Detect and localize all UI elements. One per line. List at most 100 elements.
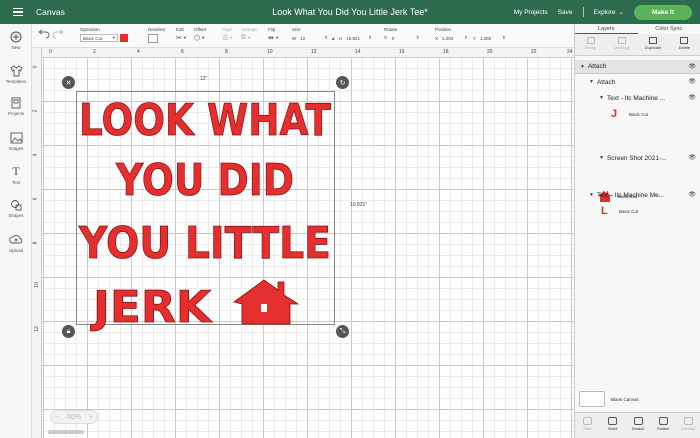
slice-label: Slice: [583, 426, 592, 431]
layer-attach-inner[interactable]: ▼ Attach 👁︎: [575, 75, 700, 89]
eye-icon[interactable]: 👁︎: [688, 78, 696, 85]
eye-icon[interactable]: 👁︎: [688, 94, 696, 101]
offset-label: Offset: [194, 27, 206, 32]
layer-text-1[interactable]: ▼ Text - Itc Machine ... 👁︎: [575, 91, 700, 105]
tab-layers[interactable]: Layers: [575, 24, 638, 34]
layer-text-2-operation[interactable]: L Basic Cut: [601, 205, 638, 217]
blank-canvas-item[interactable]: Blank Canvas: [579, 391, 639, 407]
arrange-group[interactable]: Arrange ⧉ ▾: [241, 27, 257, 42]
edit-toolbar: Operation Basic Cut ▾ Deselect Edit ✂ ▾ Of…: [32, 24, 574, 48]
ruler-tick: 12: [311, 49, 317, 55]
tab-color-sync[interactable]: Color Sync: [638, 24, 700, 34]
rotate-handle-icon[interactable]: ↻: [336, 76, 349, 89]
rotate-input[interactable]: 0: [390, 34, 414, 42]
flatten-label: Flatten: [657, 426, 670, 431]
y-label: Y: [472, 35, 476, 41]
layer-text-1-operation[interactable]: J Basic Cut: [611, 108, 648, 120]
offset-group[interactable]: Offset ⬡ ▾: [194, 27, 206, 42]
group-icon: [586, 37, 595, 44]
templates-button[interactable]: Templates: [0, 64, 32, 84]
detach-button[interactable]: Detach: [625, 413, 650, 438]
delete-button[interactable]: Delete: [669, 34, 700, 55]
color-swatch[interactable]: [120, 34, 128, 42]
lock-handle-icon[interactable]: 🔒︎: [62, 325, 75, 338]
shapes-button[interactable]: Shapes: [0, 198, 32, 218]
flatten-button[interactable]: Flatten: [651, 413, 676, 438]
weld-button[interactable]: Weld: [600, 413, 625, 438]
edit-group[interactable]: Edit ✂ ▾: [176, 27, 186, 42]
upload-label: Upload: [8, 248, 24, 253]
collapse-icon[interactable]: ▼: [589, 79, 594, 85]
contour-button[interactable]: Contour: [676, 413, 700, 438]
layer-name: Attach: [587, 63, 607, 70]
contour-label: Contour: [681, 426, 696, 431]
ungroup-button[interactable]: UnGroup: [606, 34, 637, 55]
horizontal-scrollbar[interactable]: [48, 430, 84, 434]
operation-label: Basic Cut: [619, 208, 639, 214]
ruler-tick: 10: [267, 49, 273, 55]
ruler-tick: 0: [32, 65, 39, 69]
collapse-icon[interactable]: ▼: [580, 64, 585, 70]
images-button[interactable]: Images: [0, 131, 32, 151]
layer-attach-top[interactable]: ▼ Attach 👁︎: [575, 60, 700, 74]
rotate-stepper-icon[interactable]: ⇕: [416, 35, 420, 41]
align-group[interactable]: Align ☰ ▾: [222, 27, 233, 42]
collapse-icon[interactable]: ▼: [589, 192, 594, 198]
x-stepper-icon[interactable]: ⇕: [464, 35, 468, 41]
layer-screenshot[interactable]: ▼ Screen Shot 2021-... 👁︎: [575, 151, 700, 165]
flip-label: Flip: [268, 27, 276, 32]
slice-button[interactable]: Slice: [575, 413, 600, 438]
duplicate-button[interactable]: Duplicate: [638, 34, 669, 55]
width-stepper-icon[interactable]: ⇕: [324, 35, 328, 41]
menu-icon[interactable]: [8, 0, 28, 24]
make-it-button[interactable]: Make It: [634, 4, 692, 20]
y-stepper-icon[interactable]: ⇕: [502, 35, 506, 41]
projects-button[interactable]: Projects: [0, 96, 32, 116]
new-button[interactable]: New: [0, 30, 32, 50]
group-button[interactable]: Group: [575, 34, 606, 55]
rotate-label: Rotate: [384, 27, 398, 32]
explore-dropdown[interactable]: Explore ⌄: [594, 8, 625, 17]
y-input[interactable]: 1.285: [478, 34, 500, 42]
eye-icon[interactable]: 👁︎: [688, 154, 696, 161]
projects-label: Projects: [7, 111, 25, 116]
height-input[interactable]: 10.821: [344, 34, 366, 42]
my-projects-link[interactable]: My Projects: [514, 9, 548, 16]
weld-label: Weld: [608, 426, 618, 431]
zoom-in-icon[interactable]: +: [89, 414, 93, 421]
collapse-icon[interactable]: ▼: [599, 95, 604, 101]
deselect-group[interactable]: Deselect: [148, 27, 166, 43]
ruler-tick: 4: [32, 153, 39, 157]
align-label: Align: [222, 27, 233, 32]
arrange-icon: ⧉: [241, 34, 246, 41]
operation-value: Basic Cut: [83, 35, 103, 41]
blank-canvas-label: Blank Canvas: [611, 396, 639, 402]
left-toolbar: New Templates Projects Images T Text Sha…: [0, 24, 32, 438]
lock-icon[interactable]: 🔓︎: [332, 36, 335, 41]
layer-text-2[interactable]: ▼ Text - Itc Machine Me... 👁︎: [575, 188, 700, 202]
upload-button[interactable]: Upload: [0, 233, 32, 253]
text-button[interactable]: T Text: [0, 164, 32, 185]
text-icon: T: [12, 164, 20, 178]
scissors-icon: ✂: [176, 35, 182, 42]
zoom-out-icon[interactable]: −: [55, 414, 59, 421]
operation-select[interactable]: Basic Cut ▾: [80, 34, 118, 42]
save-button[interactable]: Save: [558, 9, 573, 16]
eye-icon[interactable]: 👁︎: [688, 191, 696, 198]
height-stepper-icon[interactable]: ⇕: [368, 35, 372, 41]
detach-icon: [633, 417, 643, 425]
contour-icon: [683, 417, 693, 425]
ungroup-icon: [617, 37, 626, 44]
design-artwork[interactable]: LOOK WHAT YOU DID YOU LITTLE JERK: [76, 86, 338, 334]
ruler-tick: 2: [32, 109, 39, 113]
eye-icon[interactable]: 👁︎: [688, 63, 696, 70]
width-input[interactable]: 12: [298, 34, 322, 42]
layer-name: Text - Itc Machine Me...: [596, 191, 665, 199]
flip-group[interactable]: Flip ⇹ ▾: [268, 27, 278, 42]
resize-handle-icon[interactable]: ⤡: [336, 325, 349, 338]
design-canvas[interactable]: 0 2 4 6 8 10 12 14 16 18 20 22 24 0 2 4 …: [32, 48, 574, 438]
zoom-level: 50%: [66, 413, 81, 421]
close-handle-icon[interactable]: ✕: [62, 76, 75, 89]
x-label: X: [435, 35, 439, 41]
x-input[interactable]: 1.283: [440, 34, 462, 42]
